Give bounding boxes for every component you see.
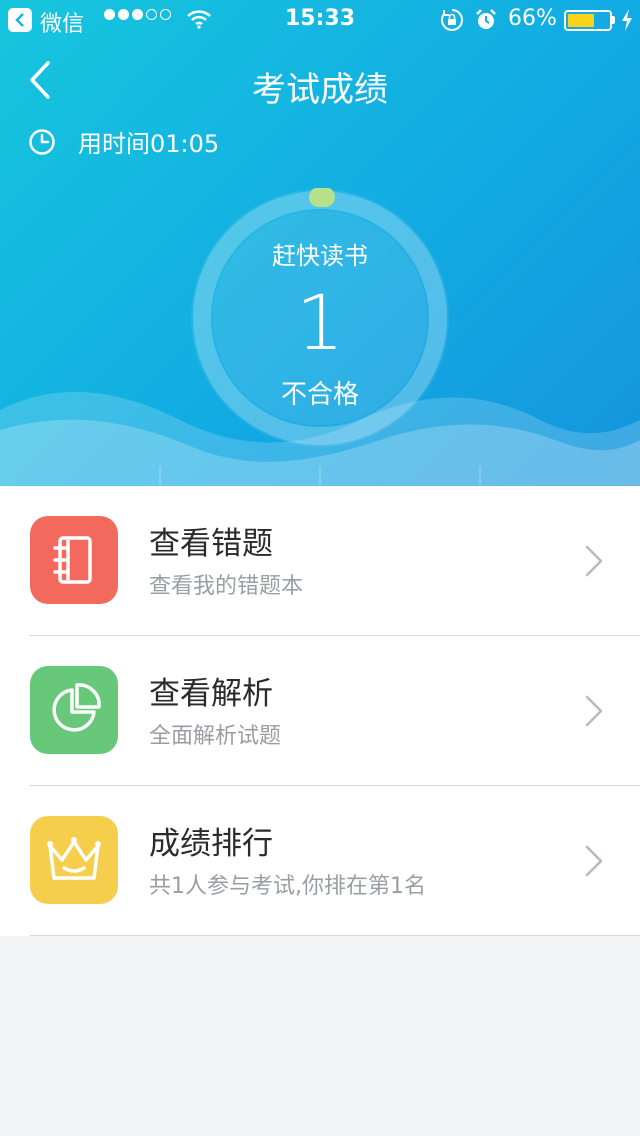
score-header: 微信 15:33 66% 考试成绩 用时间01:05 赶快读书 1 不合格 (0, 0, 640, 486)
duration-text: 用时间01:05 (78, 130, 220, 158)
chevron-right-icon (585, 545, 603, 577)
chevron-right-icon (585, 845, 603, 877)
charging-icon (622, 9, 632, 31)
battery-icon (564, 10, 612, 31)
battery-level (568, 14, 594, 27)
divider (30, 935, 640, 936)
menu-item-subtitle: 全面解析试题 (149, 724, 282, 749)
menu-item-analysis[interactable]: 查看解析 全面解析试题 (0, 636, 640, 786)
battery-cap (612, 16, 615, 24)
page-title: 考试成绩 (252, 70, 388, 110)
score-indicator (309, 188, 335, 207)
score-result: 不合格 (280, 380, 359, 410)
menu-item-title: 查看错题 (149, 526, 273, 562)
menu-item-title: 查看解析 (149, 676, 273, 712)
pie-chart-icon (30, 666, 118, 754)
score-remark: 赶快读书 (272, 242, 368, 270)
battery-percent: 66% (508, 6, 557, 31)
crown-icon (30, 816, 118, 904)
menu-item-subtitle: 查看我的错题本 (149, 574, 304, 599)
score-value: 1 (295, 278, 345, 367)
chevron-right-icon (585, 695, 603, 727)
alarm-icon (476, 9, 496, 29)
status-bar: 微信 15:33 66% (0, 0, 640, 40)
orientation-lock-icon (441, 9, 463, 31)
menu-item-wrong-questions[interactable]: 查看错题 查看我的错题本 (0, 486, 640, 636)
clock-icon (29, 128, 55, 155)
notebook-icon (30, 516, 118, 604)
exam-duration: 用时间01:05 (28, 124, 219, 159)
menu-item-ranking[interactable]: 成绩排行 共1人参与考试,你排在第1名 (0, 786, 640, 936)
menu-item-subtitle: 共1人参与考试,你排在第1名 (149, 874, 426, 899)
result-menu: 查看错题 查看我的错题本 查看解析 全面解析试题 成绩排行 共1人参与考试,你排… (0, 486, 640, 936)
menu-item-title: 成绩排行 (149, 826, 273, 862)
